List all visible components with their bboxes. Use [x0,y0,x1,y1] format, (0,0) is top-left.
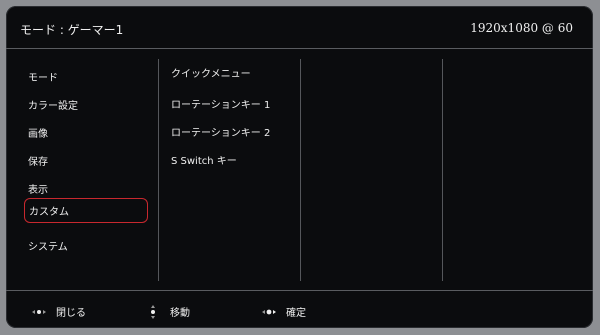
press-dial-icon [262,306,276,318]
sidebar-item-picture[interactable]: 画像 [24,121,148,143]
submenu-item-rotation-key-1[interactable]: ローテーションキー 1 [171,96,270,111]
submenu-item-label: ローテーションキー 2 [171,128,271,139]
sidebar-item-system[interactable]: システム [24,234,148,256]
sidebar-item-label: 表示 [28,184,48,196]
column-divider [300,59,301,281]
sidebar-item-label: カスタム [29,207,69,218]
close-label: 閉じる [56,308,86,319]
column-divider [442,59,443,281]
sidebar-item-save[interactable]: 保存 [24,149,148,171]
move-label: 移動 [170,308,190,319]
confirm-hint[interactable]: 確定 [262,304,306,319]
sidebar-item-label: 画像 [28,128,48,140]
sidebar-item-label: システム [28,241,68,253]
current-mode: モード : ゲーマー1 [20,23,124,37]
column-divider [158,59,159,281]
submenu-item-quick-menu[interactable]: クイックメニュー [171,65,251,80]
submenu-item-rotation-key-2[interactable]: ローテーションキー 2 [171,124,270,139]
close-hint[interactable]: 閉じる [32,304,86,319]
osd-content: モード カラー設定 画像 保存 表示 カスタム システム クイックメニュー ロー… [6,49,593,284]
sidebar-item-label: モード [28,72,58,84]
osd-footer: 閉じる 移動 確定 [6,290,593,329]
sidebar-item-label: 保存 [28,156,48,168]
sidebar-item-mode[interactable]: モード [24,65,148,87]
move-hint[interactable]: 移動 [146,304,190,319]
submenu-item-label: S Switch キー [171,156,237,167]
osd-window: モード : ゲーマー1 1920x1080 @ 60 モード カラー設定 画像 … [6,6,593,328]
up-down-dial-icon [146,304,160,319]
sidebar-item-color-settings[interactable]: カラー設定 [24,93,148,115]
submenu-item-label: クイックメニュー [171,69,251,80]
confirm-label: 確定 [286,308,306,319]
resolution-readout: 1920x1080 @ 60 [470,21,573,35]
submenu-item-s-switch-key[interactable]: S Switch キー [171,152,237,167]
sidebar-item-display[interactable]: 表示 [24,177,148,199]
submenu-item-label: ローテーションキー 1 [171,100,271,111]
sidebar-item-custom[interactable]: カスタム [24,198,148,223]
left-right-dial-icon [32,306,46,318]
sidebar-item-label: カラー設定 [28,100,78,112]
osd-header: モード : ゲーマー1 1920x1080 @ 60 [6,6,593,49]
